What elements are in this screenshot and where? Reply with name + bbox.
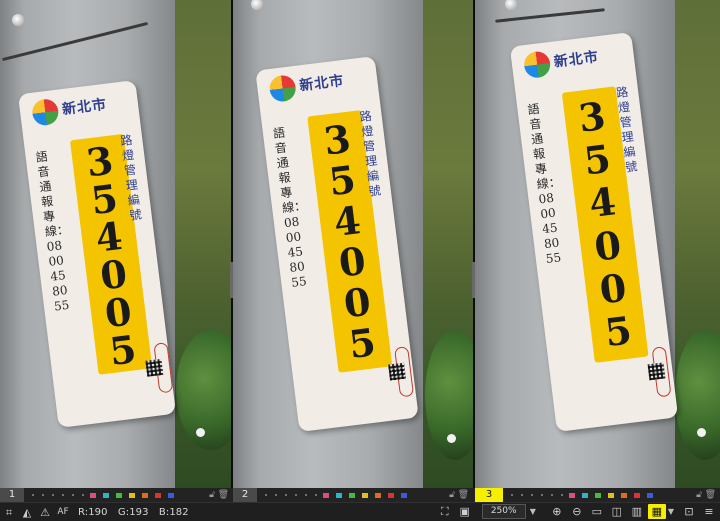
rating-dots[interactable] bbox=[32, 494, 84, 496]
swatch-blue[interactable] bbox=[168, 492, 174, 498]
sign-city: 新北市 bbox=[61, 96, 108, 119]
sign-number-plate: 3 5 4 0 0 5 bbox=[69, 133, 153, 375]
swatch-blue[interactable] bbox=[401, 492, 407, 498]
dual-view-icon[interactable]: ◫ bbox=[608, 504, 626, 519]
sign-number-plate: 3 5 4 0 0 5 bbox=[307, 110, 393, 373]
sign-digit: 0 bbox=[597, 264, 629, 313]
swatch-red[interactable] bbox=[155, 492, 161, 498]
swatch-pink[interactable] bbox=[323, 492, 329, 498]
city-logo-icon bbox=[268, 73, 298, 103]
sign-digit: 0 bbox=[591, 221, 624, 270]
rating-dots[interactable] bbox=[511, 494, 563, 496]
grid-icon[interactable]: ⌗ bbox=[0, 505, 18, 520]
swatch-orange[interactable] bbox=[142, 492, 148, 498]
photo-3: 新北市 語音通報專線：0800458055 3 5 4 0 0 5 路燈管理編號 bbox=[475, 0, 720, 488]
triple-view-icon[interactable]: ▥ bbox=[628, 504, 646, 519]
sync-icon[interactable]: ⊡ bbox=[680, 504, 698, 519]
sign-digit: 0 bbox=[336, 237, 369, 286]
sign-digit: 5 bbox=[602, 307, 635, 356]
image-pane-3[interactable]: 新北市 語音通報專線：0800458055 3 5 4 0 0 5 路燈管理編號 bbox=[475, 0, 720, 488]
blue-value: B:182 bbox=[158, 506, 189, 518]
single-view-icon[interactable]: ▭ bbox=[588, 504, 606, 519]
swatch-pink[interactable] bbox=[569, 492, 575, 498]
lock-icon[interactable]: 🔓︎ bbox=[449, 490, 455, 500]
image-pane-1[interactable]: 新北市 語音通報專線：0800458055 3 5 4 0 0 5 路燈管理編號 bbox=[0, 0, 231, 488]
lock-icon[interactable]: 🔓︎ bbox=[209, 490, 215, 500]
lock-icon[interactable]: 🔓︎ bbox=[696, 490, 702, 500]
pane-label-bar-1: 1 🔓︎ 🗑︎ bbox=[0, 488, 233, 502]
zoom-out-icon[interactable]: ⊖ bbox=[568, 504, 586, 519]
warning-icon[interactable]: ⚠ bbox=[36, 505, 54, 520]
swatch-red[interactable] bbox=[388, 492, 394, 498]
chevron-down-icon[interactable]: ▼ bbox=[668, 507, 674, 516]
green-value: G:193 bbox=[117, 506, 149, 518]
qr-code-icon bbox=[388, 362, 406, 381]
swatch-green[interactable] bbox=[116, 492, 122, 498]
trash-icon[interactable]: 🗑︎ bbox=[218, 490, 229, 500]
color-label-swatches[interactable] bbox=[323, 492, 407, 498]
swatch-blue[interactable] bbox=[647, 492, 653, 498]
pane-label-bar-3: 3 🔓︎ 🗑︎ bbox=[475, 488, 720, 502]
compare-panes: 新北市 語音通報專線：0800458055 3 5 4 0 0 5 路燈管理編號 bbox=[0, 0, 720, 488]
sign-digit: 4 bbox=[331, 196, 364, 245]
pane-number-2[interactable]: 2 bbox=[233, 488, 257, 502]
autofocus-icon[interactable]: AF bbox=[54, 505, 72, 520]
swatch-pink[interactable] bbox=[90, 492, 96, 498]
pixel-color-readout: R:190 G:193 B:182 bbox=[78, 507, 196, 518]
layers-icon[interactable]: ◭ bbox=[18, 505, 36, 520]
color-label-swatches[interactable] bbox=[569, 492, 653, 498]
sign-digit: 5 bbox=[346, 318, 379, 367]
actual-size-icon[interactable]: ▣ bbox=[456, 504, 474, 519]
sign-number-plate: 3 5 4 0 0 5 bbox=[561, 86, 649, 363]
city-logo-icon bbox=[30, 97, 60, 127]
swatch-green[interactable] bbox=[349, 492, 355, 498]
sign-digit: 4 bbox=[586, 178, 619, 227]
zoom-in-icon[interactable]: ⊕ bbox=[548, 504, 566, 519]
zoom-level-field[interactable]: 250% bbox=[481, 504, 526, 519]
qr-code-icon bbox=[647, 362, 666, 381]
photo-2: 新北市 語音通報專線：0800458055 3 5 4 0 0 5 路燈管理編號 bbox=[233, 0, 473, 488]
swatch-yellow[interactable] bbox=[362, 492, 368, 498]
pane-label-strip: 1 🔓︎ 🗑︎ 2 🔓︎ 🗑︎ 3 🔓︎ 🗑︎ bbox=[0, 488, 720, 502]
chevron-down-icon[interactable]: ▼ bbox=[530, 507, 536, 516]
trash-icon[interactable]: 🗑︎ bbox=[705, 490, 716, 500]
sign-digit: 5 bbox=[581, 135, 614, 184]
rating-dots[interactable] bbox=[265, 494, 317, 496]
swatch-green[interactable] bbox=[595, 492, 601, 498]
bottom-toolbar: ⌗ ◭ ⚠ AF R:190 G:193 B:182 ⛶ ▣ 250% ▼ ⊕ … bbox=[0, 502, 720, 521]
menu-icon[interactable]: ≡ bbox=[700, 504, 718, 519]
city-logo-icon bbox=[522, 50, 552, 80]
sign-city: 新北市 bbox=[553, 49, 600, 71]
pane-label-bar-2: 2 🔓︎ 🗑︎ bbox=[233, 488, 475, 502]
sign-digit: 5 bbox=[326, 155, 359, 204]
sign-digit: 3 bbox=[576, 92, 608, 141]
pane-number-1[interactable]: 1 bbox=[0, 488, 24, 502]
sign-digit: 0 bbox=[341, 278, 374, 326]
trash-icon[interactable]: 🗑︎ bbox=[458, 490, 469, 500]
pane-number-3[interactable]: 3 bbox=[475, 488, 503, 502]
swatch-cyan[interactable] bbox=[103, 492, 109, 498]
color-label-swatches[interactable] bbox=[90, 492, 174, 498]
red-value: R:190 bbox=[78, 506, 108, 518]
swatch-yellow[interactable] bbox=[129, 492, 135, 498]
fit-screen-icon[interactable]: ⛶ bbox=[436, 504, 454, 519]
image-pane-2[interactable]: 新北市 語音通報專線：0800458055 3 5 4 0 0 5 路燈管理編號 bbox=[233, 0, 473, 488]
swatch-yellow[interactable] bbox=[608, 492, 614, 498]
qr-code-icon bbox=[145, 358, 164, 377]
grid-view-icon[interactable]: ▦ bbox=[647, 504, 666, 519]
view-tools: ⛶ ▣ 250% ▼ ⊕ ⊖ ▭ ◫ ▥ ▦ ▼ ⊡ ≡ bbox=[436, 504, 718, 519]
sign-digit: 3 bbox=[321, 115, 354, 164]
swatch-red[interactable] bbox=[634, 492, 640, 498]
swatch-orange[interactable] bbox=[621, 492, 627, 498]
photo-1: 新北市 語音通報專線：0800458055 3 5 4 0 0 5 路燈管理編號 bbox=[0, 0, 231, 488]
sign-city: 新北市 bbox=[298, 72, 346, 95]
swatch-orange[interactable] bbox=[375, 492, 381, 498]
sign-digit: 5 bbox=[107, 326, 139, 375]
swatch-cyan[interactable] bbox=[582, 492, 588, 498]
swatch-cyan[interactable] bbox=[336, 492, 342, 498]
